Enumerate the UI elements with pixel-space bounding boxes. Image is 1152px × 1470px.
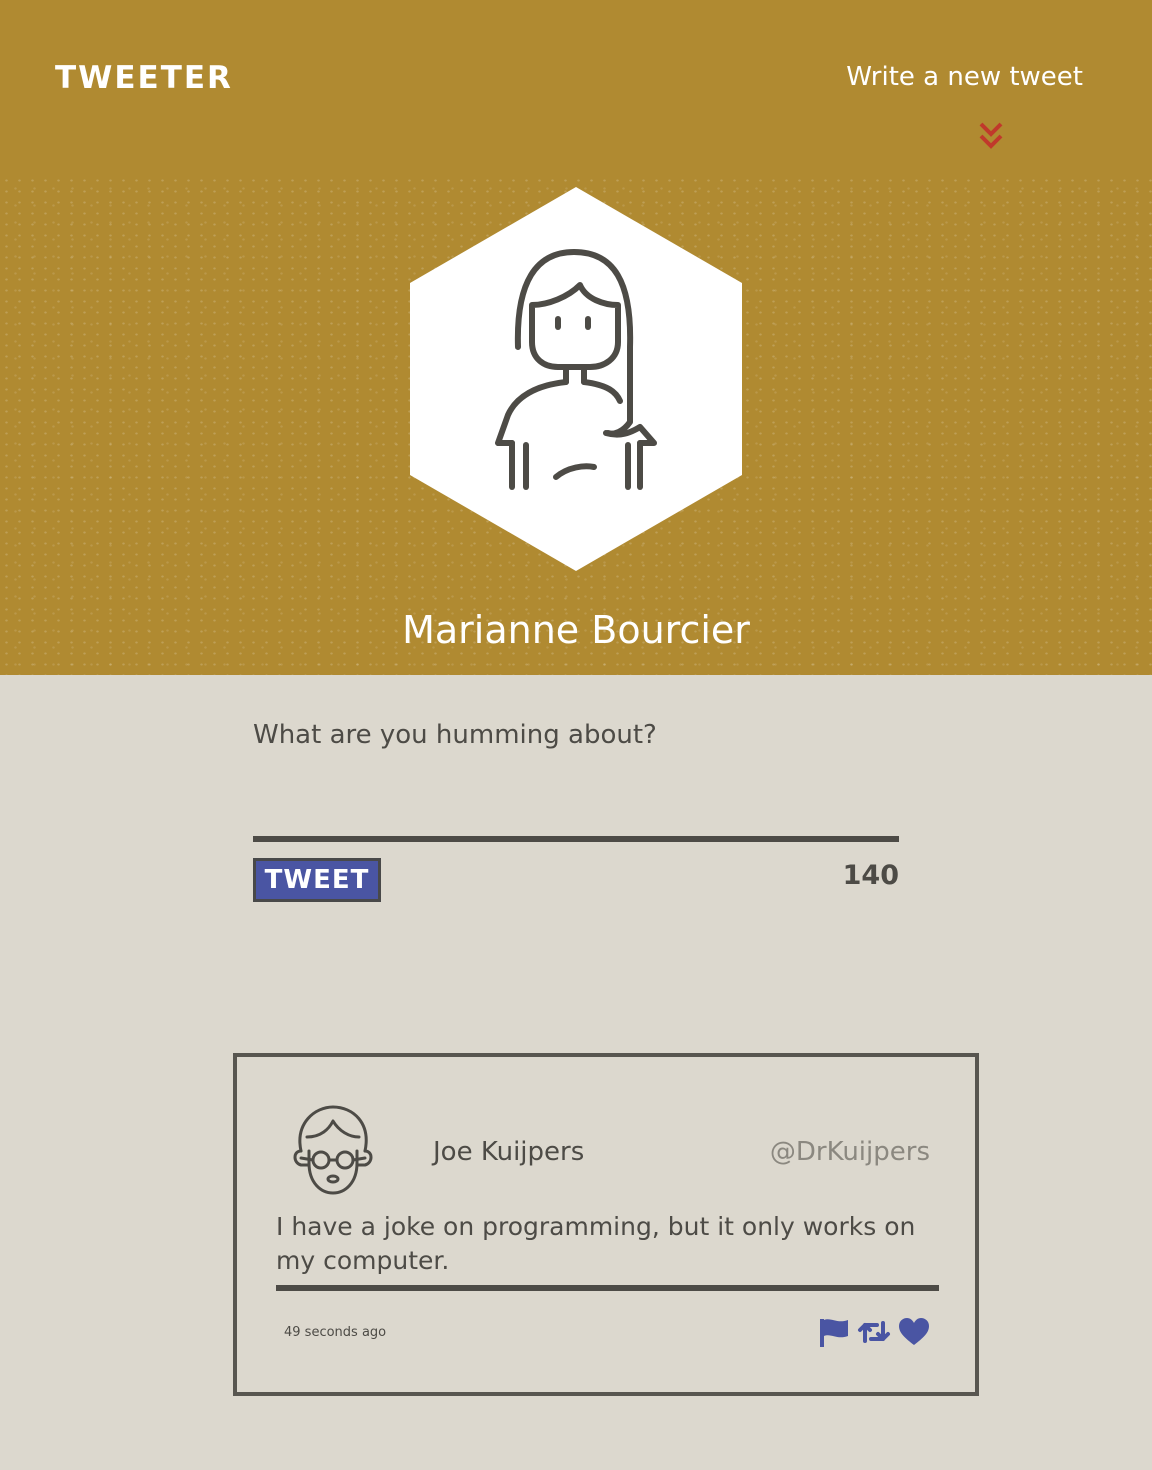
profile-name: Marianne Bourcier bbox=[402, 608, 750, 652]
retweet-icon[interactable] bbox=[857, 1315, 891, 1349]
tweet-author-handle[interactable]: @DrKuijpers bbox=[770, 1137, 930, 1167]
brand-logo[interactable]: TWEETER bbox=[55, 60, 233, 96]
double-chevron-down-icon[interactable] bbox=[976, 120, 1006, 152]
flag-icon[interactable] bbox=[817, 1315, 851, 1349]
write-new-tweet-link[interactable]: Write a new tweet bbox=[846, 62, 1083, 92]
profile-header: TWEETER Write a new tweet Marianne Bourc… bbox=[0, 0, 1152, 675]
tweet-author-name[interactable]: Joe Kuijpers bbox=[433, 1137, 584, 1167]
tweet-divider bbox=[276, 1285, 939, 1291]
tweet-timestamp: 49 seconds ago bbox=[284, 1325, 387, 1340]
tweet-card: Joe Kuijpers @DrKuijpers I have a joke o… bbox=[233, 1053, 979, 1396]
char-counter: 140 bbox=[842, 860, 899, 891]
man-glasses-avatar-icon bbox=[293, 1105, 373, 1195]
tweet-body: I have a joke on programming, but it onl… bbox=[276, 1212, 916, 1275]
tweet-actions bbox=[817, 1315, 931, 1349]
heart-icon[interactable] bbox=[897, 1315, 931, 1349]
tweet-submit-button[interactable]: TWEET bbox=[253, 858, 381, 902]
tweet-textarea[interactable] bbox=[253, 710, 899, 832]
profile-avatar bbox=[410, 187, 742, 571]
composer-divider bbox=[253, 836, 899, 842]
tweet-composer: TWEET 140 bbox=[253, 710, 899, 902]
